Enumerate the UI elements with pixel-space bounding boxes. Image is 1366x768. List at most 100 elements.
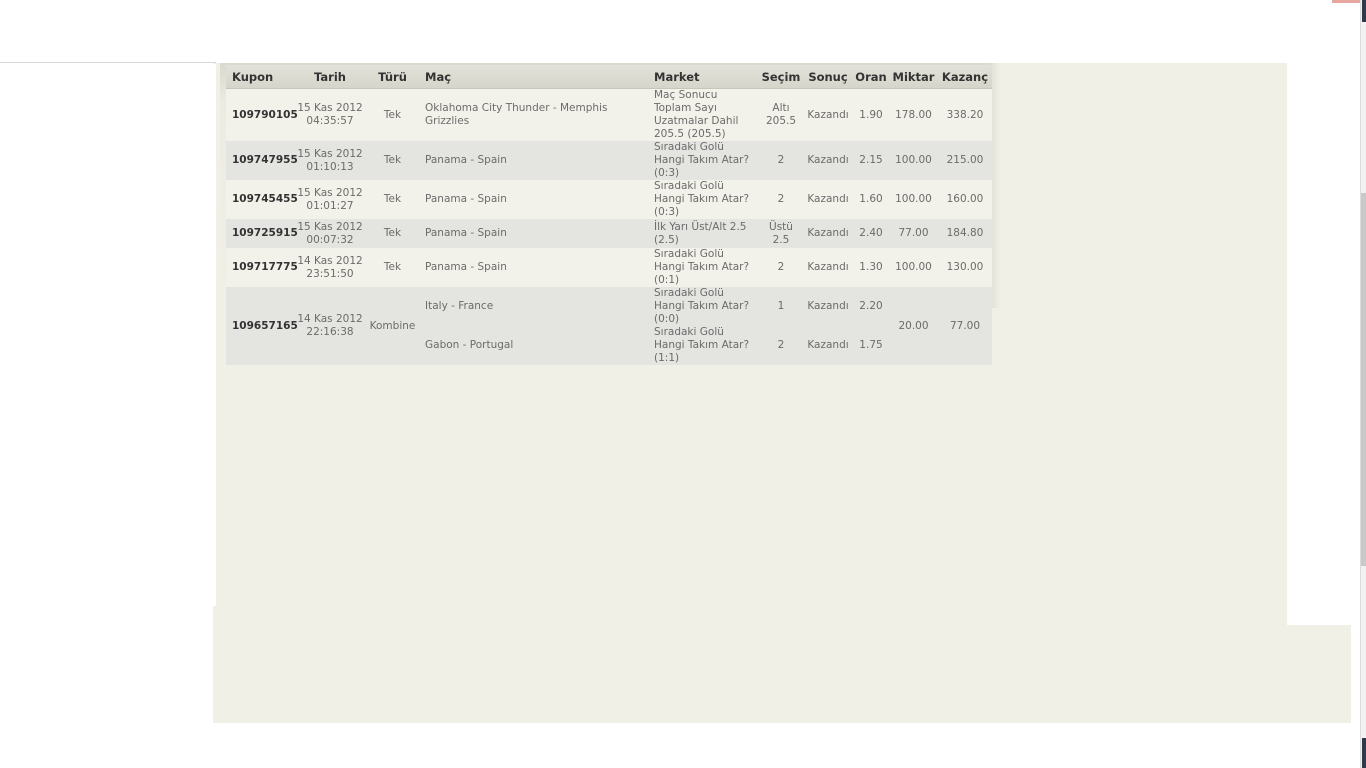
result: Kazandı: [803, 248, 853, 287]
selection: Altı 205.5: [759, 88, 803, 141]
table-row[interactable]: 109747955 15 Kas 2012 01:10:13 Tek Panama…: [226, 141, 992, 180]
bet-datetime: 14 Kas 2012 23:51:50: [294, 248, 366, 287]
bet-date: 14 Kas 2012: [297, 254, 363, 267]
close-corner[interactable]: [1332, 0, 1360, 3]
top-blank-area: [0, 0, 1360, 63]
right-blank-area: [1287, 60, 1359, 625]
stake: 100.00: [889, 180, 938, 219]
selection: 1: [759, 287, 803, 326]
stake: 20.00: [889, 287, 938, 365]
winnings: 130.00: [938, 248, 992, 287]
scrollbar-thumb[interactable]: [1361, 193, 1366, 566]
match-name: Panama - Spain: [419, 248, 648, 287]
result: Kazandı: [803, 219, 853, 248]
selection: Üstü 2.5: [759, 219, 803, 248]
match-name: Oklahoma City Thunder - Memphis Grizzlie…: [419, 88, 648, 141]
bet-date: 14 Kas 2012: [297, 313, 363, 325]
table-header-row: Kupon Tarih Türü Maç Market Seçim Sonuç …: [226, 65, 992, 89]
winnings: 215.00: [938, 141, 992, 180]
market-name: İlk Yarı Üst/Alt 2.5 (2.5): [648, 219, 759, 248]
market-name: Sıradaki Golü Hangi Takım Atar? (1:1): [648, 326, 759, 365]
bet-date: 15 Kas 2012: [297, 220, 363, 233]
bet-date: 15 Kas 2012: [297, 186, 363, 199]
match-name: Panama - Spain: [419, 219, 648, 248]
kupon-id: 109745455: [226, 180, 298, 219]
selection: 2: [759, 326, 803, 365]
odds: 2.40: [853, 219, 889, 248]
bet-type: Tek: [366, 180, 419, 219]
odds: 1.30: [853, 248, 889, 287]
bet-time: 23:51:50: [306, 267, 354, 280]
kupon-id: 109717775: [226, 248, 298, 287]
header-oran[interactable]: Oran: [853, 65, 889, 89]
selection: 2: [759, 248, 803, 287]
stake: 100.00: [889, 141, 938, 180]
winnings: 160.00: [938, 180, 992, 219]
bet-date: 15 Kas 2012: [297, 102, 363, 114]
stake: 100.00: [889, 248, 938, 287]
bet-time: 01:10:13: [306, 160, 354, 173]
odds: 2.15: [853, 141, 889, 180]
winnings: 77.00: [938, 287, 992, 365]
header-miktar[interactable]: Miktar: [889, 65, 938, 89]
top-divider: [0, 62, 216, 63]
winnings: 338.20: [938, 88, 992, 141]
header-turu[interactable]: Türü: [366, 65, 419, 89]
header-sonuc[interactable]: Sonuç: [803, 65, 853, 89]
match-name: Panama - Spain: [419, 180, 648, 219]
bet-datetime: 15 Kas 2012 01:10:13: [294, 141, 366, 180]
header-kazanc[interactable]: Kazanç: [938, 65, 992, 89]
result: Kazandı: [803, 326, 853, 365]
selection: 2: [759, 141, 803, 180]
result: Kazandı: [803, 88, 853, 141]
bet-type: Kombine: [366, 287, 419, 365]
match-name: Panama - Spain: [419, 141, 648, 180]
coupon-history-table: Kupon Tarih Türü Maç Market Seçim Sonuç …: [226, 65, 992, 365]
bet-time: 04:35:57: [306, 115, 354, 127]
scrollbar-top-edge: [1362, 0, 1366, 22]
header-tarih[interactable]: Tarih: [294, 65, 366, 89]
bet-type: Tek: [366, 248, 419, 287]
left-blank-area: [0, 64, 216, 606]
header-mac[interactable]: Maç: [419, 65, 648, 89]
market-name: Sıradaki Golü Hangi Takım Atar? (0:0): [648, 287, 759, 326]
bet-date: 15 Kas 2012: [297, 147, 363, 160]
market-name: Maç Sonucu Toplam Sayı Uzatmalar Dahil 2…: [648, 88, 759, 141]
odds: 1.90: [853, 88, 889, 141]
winnings: 184.80: [938, 219, 992, 248]
bet-datetime: 14 Kas 2012 22:16:38: [294, 287, 366, 365]
bet-time: 22:16:38: [306, 326, 354, 338]
result: Kazandı: [803, 287, 853, 326]
bet-time: 01:01:27: [306, 199, 354, 212]
kupon-id: 109790105: [226, 88, 298, 141]
table-row[interactable]: 109717775 14 Kas 2012 23:51:50 Tek Panama…: [226, 248, 992, 287]
bet-type: Tek: [366, 219, 419, 248]
table-row[interactable]: 109745455 15 Kas 2012 01:01:27 Tek Panama…: [226, 180, 992, 219]
bet-datetime: 15 Kas 2012 01:01:27: [294, 180, 366, 219]
match-name: Gabon - Portugal: [419, 326, 648, 365]
kupon-id: 109657165: [226, 287, 298, 365]
selection: 2: [759, 180, 803, 219]
market-name: Sıradaki Golü Hangi Takım Atar? (0:3): [648, 180, 759, 219]
header-kupon[interactable]: Kupon: [226, 65, 294, 89]
market-name: Sıradaki Golü Hangi Takım Atar? (0:3): [648, 141, 759, 180]
coupon-panel-edge: [991, 63, 1001, 308]
table-row-combo[interactable]: 109657165 14 Kas 2012 22:16:38 Kombine It…: [226, 287, 992, 365]
bet-datetime: 15 Kas 2012 04:35:57: [294, 88, 366, 141]
odds: 1.75: [853, 326, 889, 365]
bet-datetime: 15 Kas 2012 00:07:32: [294, 219, 366, 248]
bet-time: 00:07:32: [306, 233, 354, 246]
kupon-id: 109725915: [226, 219, 298, 248]
bet-type: Tek: [366, 141, 419, 180]
market-name: Sıradaki Golü Hangi Takım Atar? (0:1): [648, 248, 759, 287]
stake: 178.00: [889, 88, 938, 141]
table-row[interactable]: 109725915 15 Kas 2012 00:07:32 Tek Panama…: [226, 219, 992, 248]
result: Kazandı: [803, 141, 853, 180]
match-name: Italy - France: [419, 287, 648, 326]
stake: 77.00: [889, 219, 938, 248]
table-row[interactable]: 109790105 15 Kas 2012 04:35:57 Tek Oklaho…: [226, 88, 992, 141]
header-secim[interactable]: Seçim: [759, 65, 803, 89]
result: Kazandı: [803, 180, 853, 219]
odds: 1.60: [853, 180, 889, 219]
header-market[interactable]: Market: [648, 65, 759, 89]
